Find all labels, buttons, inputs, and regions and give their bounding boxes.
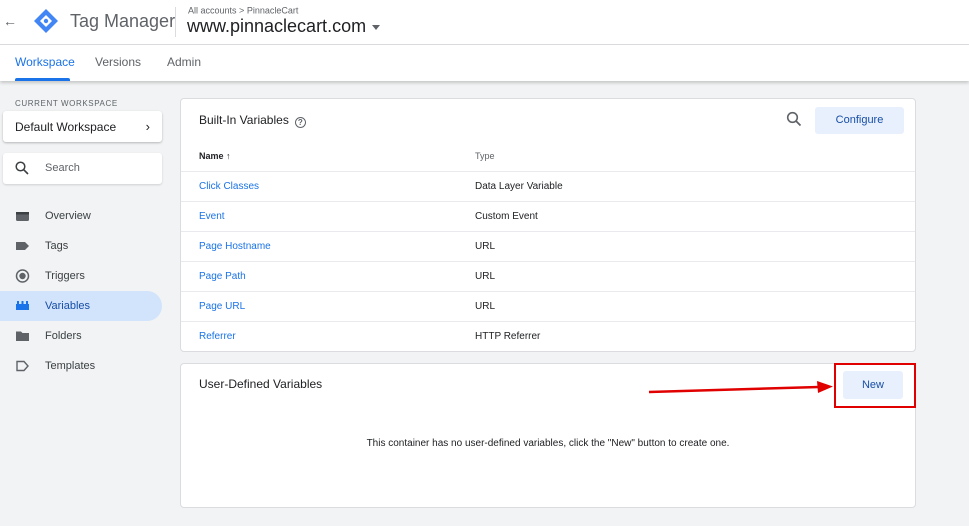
table-row: Page URL URL	[181, 291, 915, 321]
configure-button[interactable]: Configure	[815, 107, 904, 134]
breadcrumb-account[interactable]: PinnacleCart	[247, 6, 299, 16]
variable-type: Custom Event	[475, 211, 538, 222]
workspace-name: Default Workspace	[15, 120, 117, 134]
back-arrow-icon[interactable]: ←	[3, 12, 17, 30]
header-divider	[175, 7, 176, 37]
builtin-variables-title: Built-In Variables?	[199, 113, 306, 128]
empty-state-message: This container has no user-defined varia…	[366, 438, 730, 449]
sidebar-item-label: Tags	[45, 240, 69, 252]
trigger-icon	[15, 269, 30, 283]
variable-name-link[interactable]: Event	[199, 211, 225, 222]
tab-versions[interactable]: Versions	[95, 55, 141, 69]
sidebar-item-tags[interactable]: Tags	[0, 231, 162, 261]
overview-icon	[16, 212, 29, 221]
sidebar-item-label: Triggers	[45, 270, 85, 282]
sidebar-item-label: Folders	[45, 330, 82, 342]
caret-down-icon	[372, 24, 381, 30]
table-row: Event Custom Event	[181, 201, 915, 231]
template-icon	[16, 360, 29, 372]
variable-name-link[interactable]: Page Hostname	[199, 241, 271, 252]
tabs-bar: Workspace Versions Admin	[0, 45, 969, 81]
top-header: ← Tag Manager All accounts > PinnacleCar…	[0, 0, 969, 45]
builtin-variables-card: Built-In Variables? Configure Name ↑ Typ…	[180, 98, 916, 352]
column-header-name[interactable]: Name ↑	[199, 151, 231, 161]
sidebar-item-folders[interactable]: Folders	[0, 321, 162, 351]
variable-type: URL	[475, 271, 496, 282]
sidebar-item-label: Overview	[45, 210, 91, 222]
breadcrumb-root[interactable]: All accounts	[188, 6, 237, 16]
annotation-arrow-icon	[648, 381, 833, 394]
active-tab-indicator	[15, 78, 70, 81]
search-icon[interactable]	[786, 111, 802, 127]
variable-name-link[interactable]: Page Path	[199, 271, 246, 282]
variable-type: HTTP Referrer	[475, 331, 541, 342]
current-workspace-label: CURRENT WORKSPACE	[15, 99, 118, 108]
sidebar-item-templates[interactable]: Templates	[0, 351, 162, 381]
chevron-right-icon: ›	[145, 119, 150, 134]
table-row: Click Classes Data Layer Variable	[181, 171, 915, 201]
tag-manager-logo-icon	[34, 9, 58, 33]
workspace-selector[interactable]: Default Workspace ›	[3, 111, 162, 142]
breadcrumb: All accounts > PinnacleCart	[188, 5, 298, 16]
tag-icon	[16, 242, 29, 250]
help-icon[interactable]: ?	[294, 117, 306, 128]
tab-workspace[interactable]: Workspace	[15, 55, 75, 69]
variables-icon	[16, 301, 29, 310]
variable-name-link[interactable]: Page URL	[199, 301, 245, 312]
sidebar-item-variables[interactable]: Variables	[0, 291, 162, 321]
variable-name-link[interactable]: Referrer	[199, 331, 236, 342]
app-title: Tag Manager	[70, 11, 176, 31]
folder-icon	[16, 331, 29, 341]
breadcrumb-separator: >	[239, 5, 245, 16]
search-icon	[15, 161, 29, 175]
sidebar-item-label: Templates	[45, 360, 96, 372]
table-row: Page Hostname URL	[181, 231, 915, 261]
variable-type: URL	[475, 241, 496, 252]
container-selector[interactable]: www.pinnaclecart.com	[187, 16, 381, 37]
search-placeholder: Search	[45, 162, 80, 174]
variable-type: Data Layer Variable	[475, 181, 563, 192]
variable-name-link[interactable]: Click Classes	[199, 181, 259, 192]
builtin-title-text: Built-In Variables	[199, 113, 289, 127]
annotation-highlight-box	[834, 363, 916, 408]
sidebar-item-triggers[interactable]: Triggers	[0, 261, 162, 291]
variable-type: URL	[475, 301, 496, 312]
sidebar-item-overview[interactable]: Overview	[0, 201, 162, 231]
container-name: www.pinnaclecart.com	[187, 16, 367, 36]
user-defined-title: User-Defined Variables	[199, 377, 323, 391]
column-header-type: Type	[475, 151, 495, 161]
sidebar-search-input[interactable]: Search	[3, 153, 162, 184]
tab-admin[interactable]: Admin	[167, 55, 201, 69]
sort-ascending-icon: ↑	[226, 151, 231, 161]
table-row: Page Path URL	[181, 261, 915, 291]
column-name-label: Name	[199, 151, 224, 161]
table-row: Referrer HTTP Referrer	[181, 321, 915, 351]
sidebar-item-label: Variables	[45, 300, 91, 312]
